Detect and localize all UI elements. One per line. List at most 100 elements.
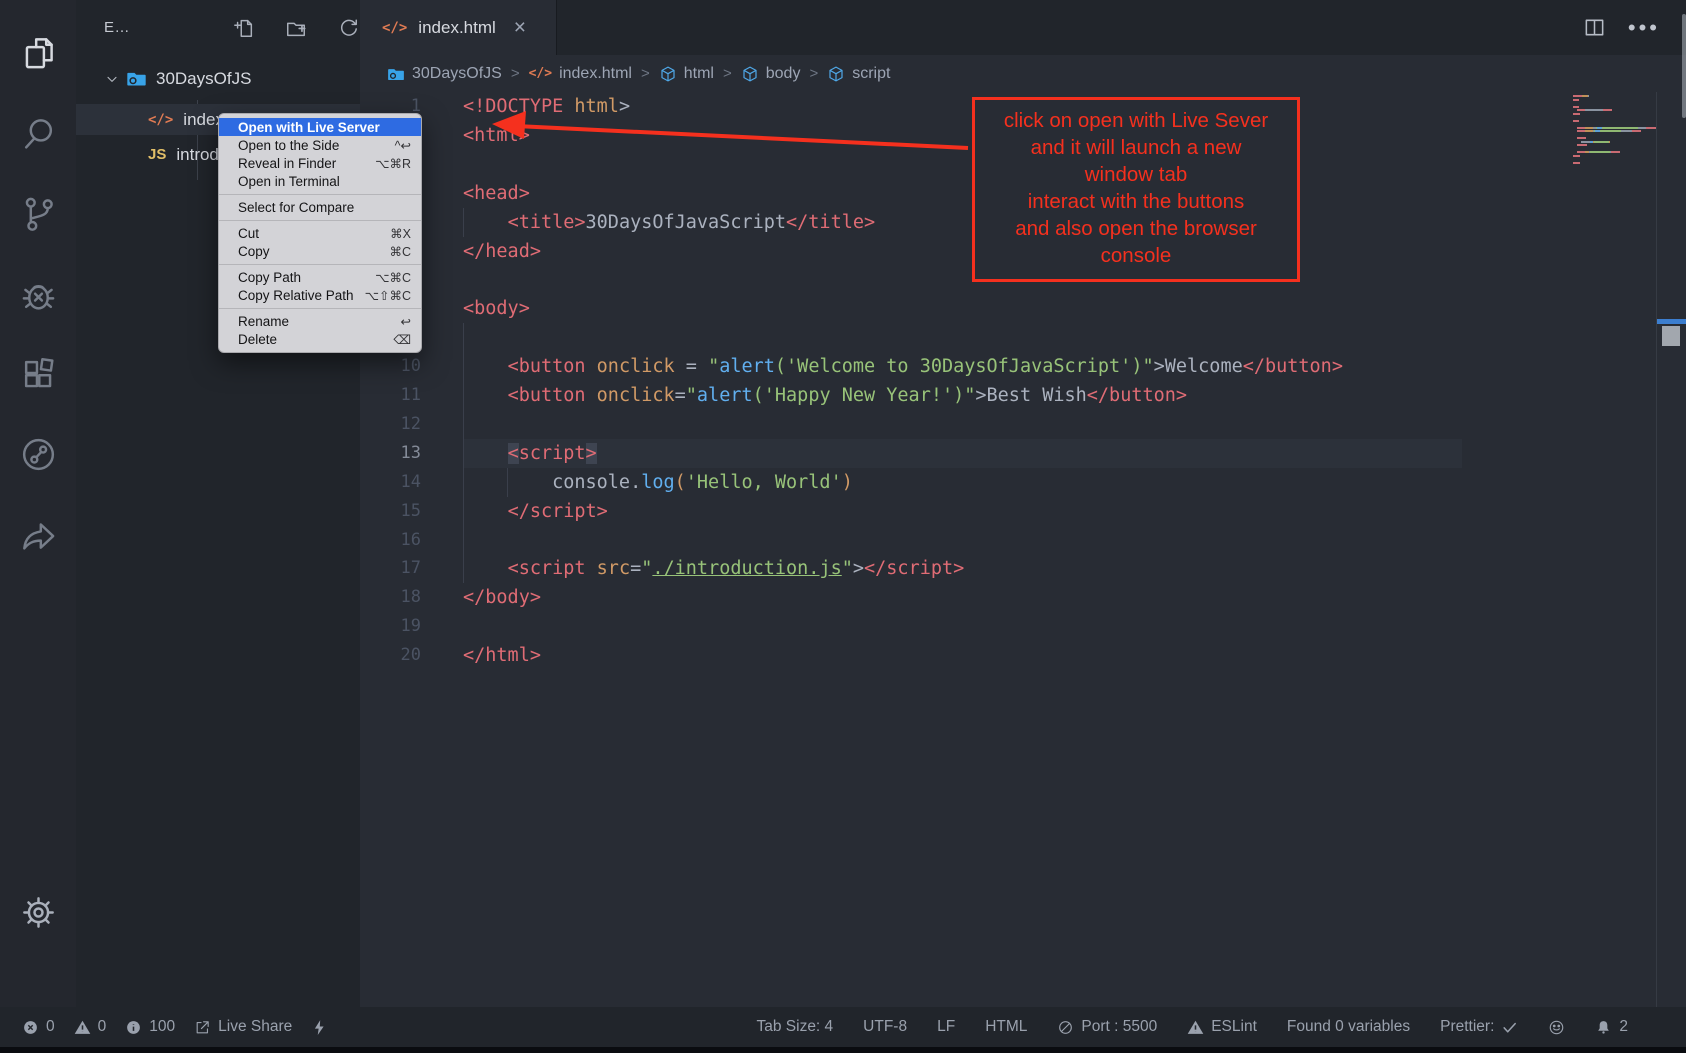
status-language-mode[interactable]: HTML: [985, 1018, 1027, 1036]
explorer-title: E…: [104, 19, 130, 36]
code-line-19: 19: [360, 612, 1686, 641]
line-number: 11: [360, 381, 421, 410]
line-number: 15: [360, 497, 421, 526]
bell-icon: [1595, 1019, 1612, 1036]
annotation-text-line: interact with the buttons: [975, 188, 1297, 215]
menu-divider: [219, 220, 421, 221]
smiley-icon: [1548, 1019, 1565, 1036]
status-feedback[interactable]: [1548, 1019, 1565, 1036]
indent-guide: [463, 526, 464, 555]
status-errors[interactable]: 0: [22, 1018, 55, 1036]
indent-guide: [463, 410, 464, 439]
annotation-text-line: console: [975, 242, 1297, 269]
status-tab-size[interactable]: Tab Size: 4: [756, 1018, 833, 1036]
check-icon: [1501, 1019, 1518, 1036]
menu-item-delete[interactable]: Delete⌫: [219, 330, 421, 348]
status-bar: 0 0 100 Live Share Tab Size: 4 UTF-8 LF HTML Po…: [0, 1007, 1686, 1047]
status-live-server-port[interactable]: Port : 5500: [1057, 1018, 1157, 1036]
line-number: 13: [360, 439, 421, 468]
menu-divider: [219, 308, 421, 309]
code-line-17: 17 <script src="./introduction.js"></scr…: [360, 554, 1686, 583]
menu-item-select-for-compare[interactable]: Select for Compare: [219, 198, 421, 216]
menu-item-copy-relative-path[interactable]: Copy Relative Path⌥⇧⌘C: [219, 286, 421, 304]
tree-folder-30daysofjs[interactable]: 30DaysOfJS: [76, 63, 360, 94]
menu-item-copy[interactable]: Copy⌘C: [219, 242, 421, 260]
scrollbar-thumb[interactable]: [1662, 326, 1680, 346]
html-file-icon: </>: [148, 112, 173, 128]
port-icon: [1057, 1019, 1074, 1036]
warning-icon: [74, 1019, 91, 1036]
window-scrollbar[interactable]: [1682, 14, 1686, 118]
line-number: 17: [360, 554, 421, 583]
code-line-8: 8<body>: [360, 294, 1686, 323]
code-line-11: 11 <button onclick="alert('Happy New Yea…: [360, 381, 1686, 410]
menu-divider: [219, 194, 421, 195]
explorer-icon[interactable]: [0, 22, 76, 82]
code-line-16: 16: [360, 526, 1686, 555]
code-line-18: 18</body>: [360, 583, 1686, 612]
chevron-down-icon: [104, 71, 120, 87]
code-line-9: 9: [360, 323, 1686, 352]
menu-item-open-in-terminal[interactable]: Open in Terminal: [219, 172, 421, 190]
annotation-box: click on open with Live Severand it will…: [972, 97, 1300, 282]
explorer-header: E…: [76, 0, 360, 54]
annotation-text-line: and also open the browser: [975, 215, 1297, 242]
info-icon: [125, 1019, 142, 1036]
error-icon: [22, 1019, 39, 1036]
status-info-count[interactable]: 100: [125, 1018, 175, 1036]
share-icon[interactable]: [0, 504, 76, 564]
code-line-13: 13 <script>: [360, 439, 1686, 468]
minimap[interactable]: [1573, 95, 1657, 165]
extensions-icon[interactable]: [0, 344, 76, 404]
status-encoding[interactable]: UTF-8: [863, 1018, 907, 1036]
menu-item-reveal-in-finder[interactable]: Reveal in Finder⌥⌘R: [219, 154, 421, 172]
settings-icon[interactable]: [0, 882, 76, 942]
status-eslint[interactable]: ESLint: [1187, 1018, 1257, 1036]
menu-item-open-with-live-server[interactable]: Open with Live Server: [219, 118, 421, 136]
menu-item-rename[interactable]: Rename↩: [219, 312, 421, 330]
new-file-icon[interactable]: [231, 15, 257, 41]
overview-decoration: [1657, 319, 1686, 324]
status-live-share[interactable]: Live Share: [194, 1018, 292, 1036]
line-number: 12: [360, 410, 421, 439]
code-line-12: 12: [360, 410, 1686, 439]
line-number: 18: [360, 583, 421, 612]
status-prettier[interactable]: Prettier:: [1440, 1018, 1518, 1036]
status-notifications[interactable]: 2: [1595, 1018, 1628, 1036]
context-menu: Open with Live ServerOpen to the Side^↩R…: [218, 113, 422, 353]
line-number: 10: [360, 352, 421, 381]
line-number: 16: [360, 526, 421, 555]
status-bolt[interactable]: [311, 1019, 328, 1036]
new-folder-icon[interactable]: [283, 15, 309, 41]
source-control-icon[interactable]: [0, 183, 76, 243]
folder-icon: [126, 68, 147, 89]
menu-item-copy-path[interactable]: Copy Path⌥⌘C: [219, 268, 421, 286]
window-bottom-edge: [0, 1047, 1686, 1053]
live-share-icon[interactable]: [0, 424, 76, 484]
annotation-text-line: window tab: [975, 161, 1297, 188]
refresh-icon[interactable]: [335, 15, 361, 41]
js-file-icon: JS: [148, 146, 166, 163]
menu-item-open-to-the-side[interactable]: Open to the Side^↩: [219, 136, 421, 154]
status-variables-found[interactable]: Found 0 variables: [1287, 1018, 1410, 1036]
indent-guide: [463, 323, 464, 352]
status-eol[interactable]: LF: [937, 1018, 955, 1036]
folder-label: 30DaysOfJS: [156, 69, 251, 89]
line-number: 20: [360, 641, 421, 670]
overview-ruler: [1656, 92, 1686, 1007]
activity-bar: [0, 0, 76, 1007]
annotation-text-line: and it will launch a new: [975, 134, 1297, 161]
debug-icon[interactable]: [0, 264, 76, 324]
code-line-20: 20</html>: [360, 641, 1686, 670]
annotation-text-line: click on open with Live Sever: [975, 107, 1297, 134]
code-line-14: 14 console.log('Hello, World'): [360, 468, 1686, 497]
status-bar-right: Tab Size: 4 UTF-8 LF HTML Port : 5500 ESLint F…: [756, 1007, 1628, 1047]
eslint-icon: [1187, 1019, 1204, 1036]
bolt-icon: [311, 1019, 328, 1036]
status-warnings[interactable]: 0: [74, 1018, 107, 1036]
search-icon[interactable]: [0, 103, 76, 163]
menu-divider: [219, 264, 421, 265]
menu-item-cut[interactable]: Cut⌘X: [219, 224, 421, 242]
line-number: 14: [360, 468, 421, 497]
line-number: 19: [360, 612, 421, 641]
